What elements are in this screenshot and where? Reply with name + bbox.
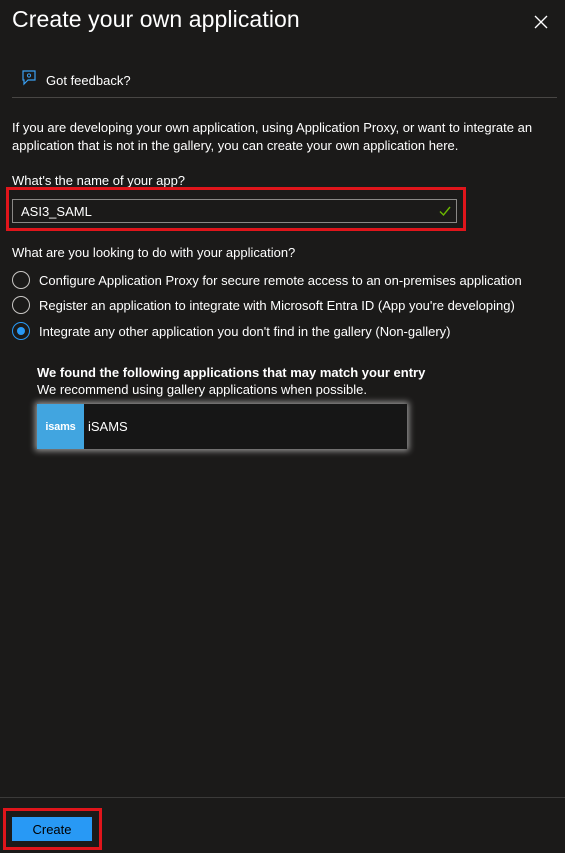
- suggestions-title: We found the following applications that…: [37, 365, 426, 380]
- intro-text: If you are developing your own applicati…: [12, 120, 533, 153]
- suggestions-subtitle: We recommend using gallery applications …: [37, 382, 367, 397]
- footer-divider: [0, 797, 565, 798]
- radio-label: Integrate any other application you don'…: [39, 323, 451, 339]
- create-button[interactable]: Create: [12, 817, 92, 841]
- radio-option-app-proxy[interactable]: Configure Application Proxy for secure r…: [12, 270, 522, 290]
- feedback-link[interactable]: Got feedback?: [20, 68, 131, 92]
- radio-button[interactable]: [12, 296, 30, 314]
- checkmark-icon: [438, 204, 452, 218]
- suggested-app-card[interactable]: isams iSAMS: [37, 404, 407, 449]
- radio-button-selected[interactable]: [12, 322, 30, 340]
- close-icon[interactable]: [531, 12, 551, 32]
- radio-option-non-gallery[interactable]: Integrate any other application you don'…: [12, 321, 451, 341]
- feedback-label: Got feedback?: [46, 72, 131, 88]
- purpose-question: What are you looking to do with your app…: [12, 245, 296, 260]
- feedback-icon: [20, 69, 38, 92]
- radio-button[interactable]: [12, 271, 30, 289]
- app-logo: isams: [37, 404, 84, 449]
- app-name-label: What's the name of your app?: [12, 173, 186, 188]
- radio-label: Configure Application Proxy for secure r…: [39, 272, 522, 288]
- radio-option-register-app[interactable]: Register an application to integrate wit…: [12, 295, 515, 315]
- radio-label: Register an application to integrate wit…: [39, 297, 515, 313]
- app-name-input[interactable]: [12, 199, 457, 223]
- header-divider: [12, 97, 557, 98]
- page-title: Create your own application: [12, 6, 300, 32]
- app-name: iSAMS: [88, 419, 128, 434]
